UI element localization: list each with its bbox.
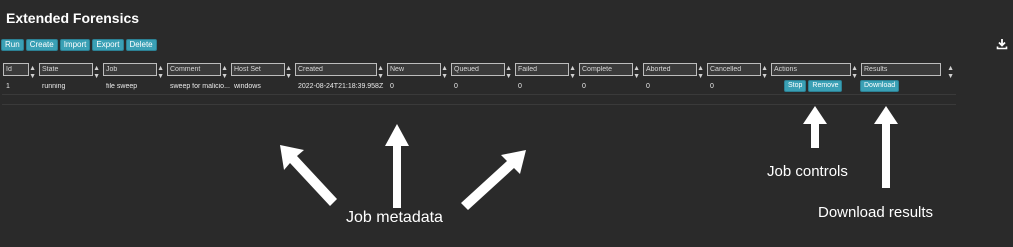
arrow-up-right	[461, 150, 526, 210]
annotation-download-results: Download results	[818, 204, 934, 221]
arrow-download-results	[874, 106, 898, 188]
arrow-job-controls	[803, 106, 827, 148]
annotation-job-controls: Job controls	[767, 163, 848, 180]
arrow-up-left	[280, 145, 337, 206]
annotation-job-metadata: Job metadata	[346, 209, 443, 226]
arrow-up	[385, 124, 409, 208]
